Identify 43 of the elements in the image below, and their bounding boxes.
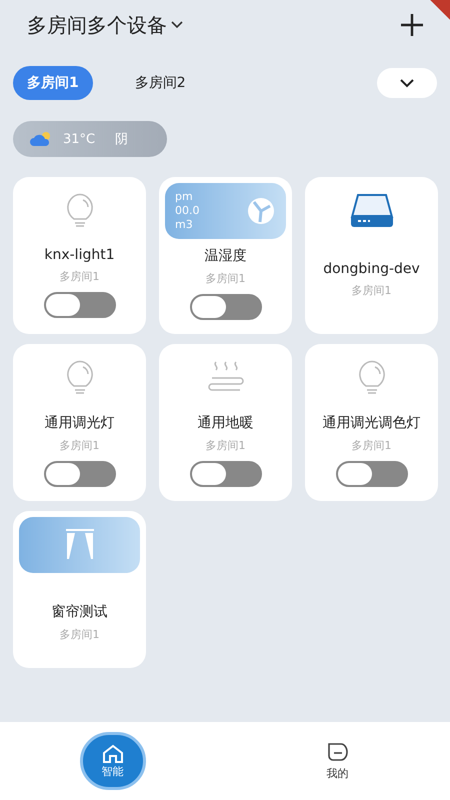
device-card[interactable]: knx-light1 多房间1 [13, 177, 146, 334]
device-name: 通用调光灯 [44, 414, 114, 432]
device-name: 温湿度 [204, 247, 246, 265]
add-icon[interactable] [401, 14, 423, 36]
rooms-dropdown[interactable] [377, 68, 437, 98]
room-tab[interactable]: 多房间2 [120, 66, 200, 100]
power-switch[interactable] [190, 294, 262, 320]
room-tab[interactable]: 多房间1 [13, 66, 93, 100]
device-card[interactable]: dongbing-dev 多房间1 [305, 177, 438, 334]
device-room: 多房间1 [60, 269, 100, 284]
device-room: 多房间1 [60, 438, 100, 453]
fan-icon [246, 196, 276, 226]
device-card[interactable]: 通用调光调色灯 多房间1 [305, 344, 438, 501]
device-name: 通用地暖 [198, 414, 254, 432]
device-room: 多房间1 [352, 283, 392, 298]
weather-condition: 阴 [115, 131, 128, 148]
power-switch[interactable] [336, 461, 408, 487]
device-card[interactable]: 窗帘测试 多房间1 [13, 511, 146, 668]
device-name: 窗帘测试 [52, 603, 108, 621]
cloudy-icon [29, 131, 53, 147]
device-room: 多房间1 [60, 627, 100, 642]
device-room: 多房间1 [206, 271, 246, 286]
power-switch[interactable] [44, 461, 116, 487]
curtain-icon [64, 528, 94, 562]
device-room: 多房间1 [352, 438, 392, 453]
device-name: 通用调光调色灯 [322, 414, 420, 432]
device-card[interactable]: 通用调光灯 多房间1 [13, 344, 146, 501]
device-room: 多房间1 [206, 438, 246, 453]
device-name: dongbing-dev [323, 261, 420, 277]
pm-reading: pm 00.0 m3 [175, 190, 200, 232]
profile-icon [326, 742, 348, 762]
chevron-down-icon [400, 78, 414, 88]
temperature: 31°C [63, 132, 96, 146]
home-selector[interactable]: 多房间多个设备 [27, 12, 183, 38]
home-icon [102, 744, 124, 764]
nav-tab[interactable]: 我的 [225, 722, 450, 800]
device-card[interactable]: 通用地暖 多房间1 [159, 344, 292, 501]
power-switch[interactable] [190, 461, 262, 487]
power-switch[interactable] [44, 292, 116, 318]
device-name: knx-light1 [44, 247, 115, 263]
chevron-down-icon [171, 21, 183, 29]
nav-tab[interactable]: 智能 [0, 722, 225, 800]
device-card[interactable]: pm 00.0 m3 温湿度 多房间1 [159, 177, 292, 334]
